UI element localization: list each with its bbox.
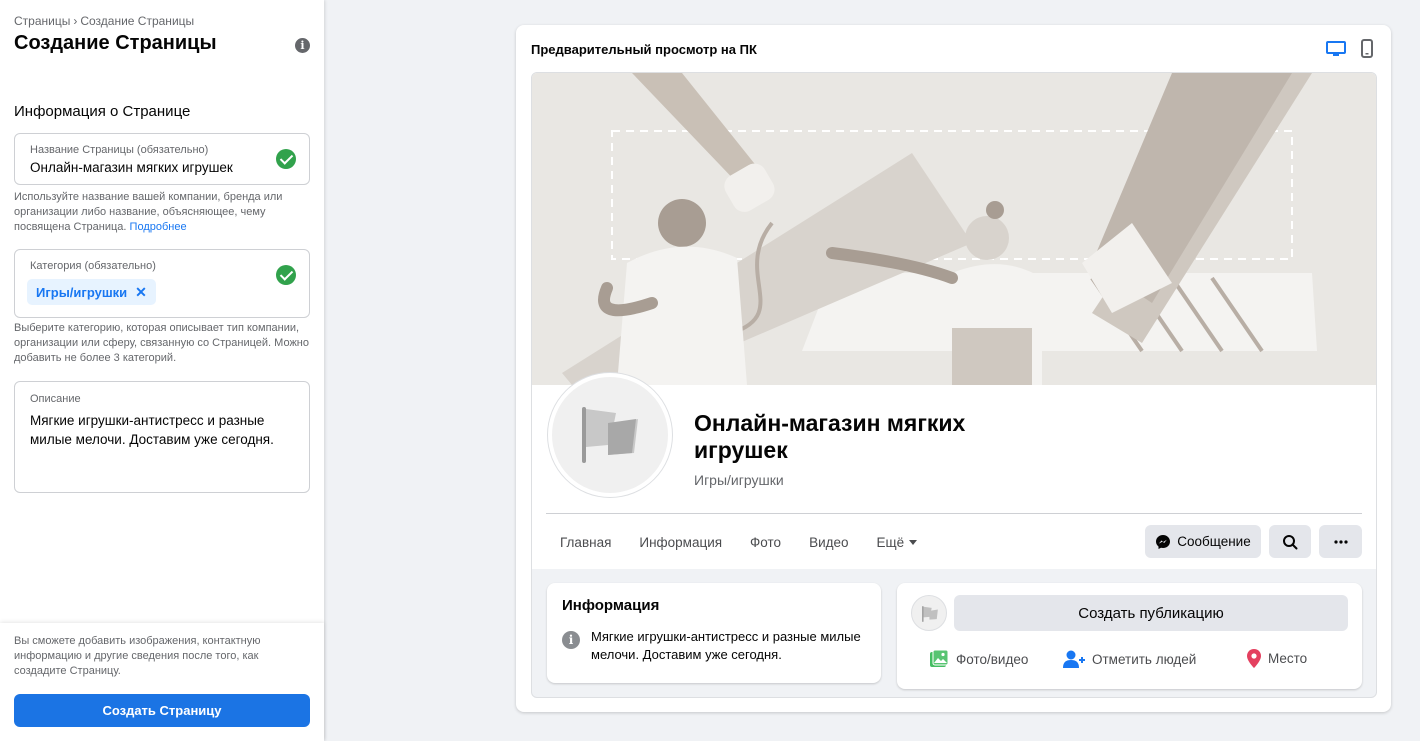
page-name-field[interactable]: Название Страницы (обязательно) Онлайн-м… <box>14 133 310 185</box>
info-icon[interactable]: i <box>295 38 310 53</box>
category-chip: Игры/игрушки ✕ <box>27 279 156 305</box>
tag-people-label: Отметить людей <box>1092 651 1197 667</box>
message-button-label: Сообщение <box>1177 534 1251 549</box>
category-chip-label: Игры/игрушки <box>36 284 128 300</box>
caret-down-icon <box>909 539 918 545</box>
page-title: Создание Страницы <box>14 32 217 54</box>
mobile-icon[interactable] <box>1361 39 1373 58</box>
search-button[interactable] <box>1269 525 1311 558</box>
place-label: Место <box>1268 651 1308 666</box>
breadcrumb-pages-link[interactable]: Страницы <box>14 14 70 28</box>
section-title: Информация о Странице <box>14 103 191 120</box>
tag-people-button[interactable]: Отметить людей <box>1063 649 1196 669</box>
description-label: Описание <box>30 393 81 405</box>
page-name-value: Онлайн-магазин мягких игрушек <box>30 160 233 175</box>
header-divider <box>546 513 1362 514</box>
valid-check-icon <box>276 265 296 285</box>
valid-check-icon <box>276 149 296 169</box>
facebook-page-mock: Онлайн-магазин мягких игрушек Игры/игруш… <box>531 72 1377 698</box>
message-button[interactable]: Сообщение <box>1145 525 1261 558</box>
flag-icon <box>582 407 638 463</box>
info-circle-icon: i <box>562 631 580 649</box>
page-header-area: Онлайн-магазин мягких игрушек Игры/игруш… <box>532 73 1376 569</box>
tab-info[interactable]: Информация <box>625 535 736 550</box>
photo-video-label: Фото/видео <box>956 651 1029 667</box>
info-card: Информация i Мягкие игрушки-антистресс и… <box>547 583 881 683</box>
category-field[interactable]: Категория (обязательно) Игры/игрушки ✕ <box>14 249 310 318</box>
sidebar-footer: Вы сможете добавить изображения, контакт… <box>0 623 324 741</box>
photo-icon <box>930 649 949 667</box>
tag-people-icon <box>1063 650 1085 668</box>
footer-note: Вы сможете добавить изображения, контакт… <box>14 635 261 677</box>
remove-category-icon[interactable]: ✕ <box>135 284 147 301</box>
messenger-icon <box>1156 534 1171 549</box>
cover-illustration <box>532 73 1376 385</box>
preview-panel: Предварительный просмотр на ПК Онлайн-ма… <box>516 25 1391 712</box>
breadcrumb: Страницы › Создание Страницы <box>14 14 194 28</box>
place-button[interactable]: Место <box>1247 649 1307 668</box>
search-icon <box>1283 534 1298 549</box>
preview-page-category: Игры/игрушки <box>694 472 784 488</box>
description-value: Мягкие игрушки-антистресс и разные милые… <box>30 413 274 447</box>
tab-photos[interactable]: Фото <box>736 535 795 550</box>
create-post-card: Создать публикацию Фото/видео Отметить л… <box>897 583 1362 689</box>
flag-icon <box>922 606 938 622</box>
tab-more[interactable]: Ещё <box>863 535 932 550</box>
page-avatar[interactable] <box>548 373 672 497</box>
page-name-help: Используйте название вашей компании, бре… <box>14 190 310 235</box>
preview-page-name: Онлайн-магазин мягких игрушек <box>694 410 966 463</box>
breadcrumb-current: Создание Страницы <box>80 14 195 28</box>
description-field[interactable]: Описание Мягкие игрушки-антистресс и раз… <box>14 381 310 493</box>
photo-video-button[interactable]: Фото/видео <box>929 649 1028 669</box>
page-name-label: Название Страницы (обязательно) <box>30 144 209 156</box>
more-icon <box>1333 539 1348 544</box>
breadcrumb-separator: › <box>73 14 78 28</box>
create-post-button[interactable]: Создать публикацию <box>954 595 1348 631</box>
create-page-button[interactable]: Создать Страницу <box>14 694 310 727</box>
info-card-text: Мягкие игрушки-антистресс и разные милые… <box>591 629 861 662</box>
tab-more-label: Ещё <box>876 534 905 550</box>
learn-more-link[interactable]: Подробнее <box>130 221 187 233</box>
preview-title: Предварительный просмотр на ПК <box>531 42 757 57</box>
create-page-sidebar: Страницы › Создание Страницы Создание Стра… <box>0 0 324 741</box>
info-card-title: Информация <box>562 597 660 614</box>
tab-home[interactable]: Главная <box>546 535 625 550</box>
desktop-icon[interactable] <box>1326 41 1346 57</box>
tab-videos[interactable]: Видео <box>795 535 862 550</box>
category-label: Категория (обязательно) <box>30 260 156 272</box>
more-options-button[interactable] <box>1319 525 1362 558</box>
mini-page-avatar <box>911 595 947 631</box>
category-help: Выберите категорию, которая описывает ти… <box>14 322 309 364</box>
location-pin-icon <box>1247 649 1261 668</box>
page-tabs: Главная Информация Фото Видео Ещё <box>546 525 931 559</box>
